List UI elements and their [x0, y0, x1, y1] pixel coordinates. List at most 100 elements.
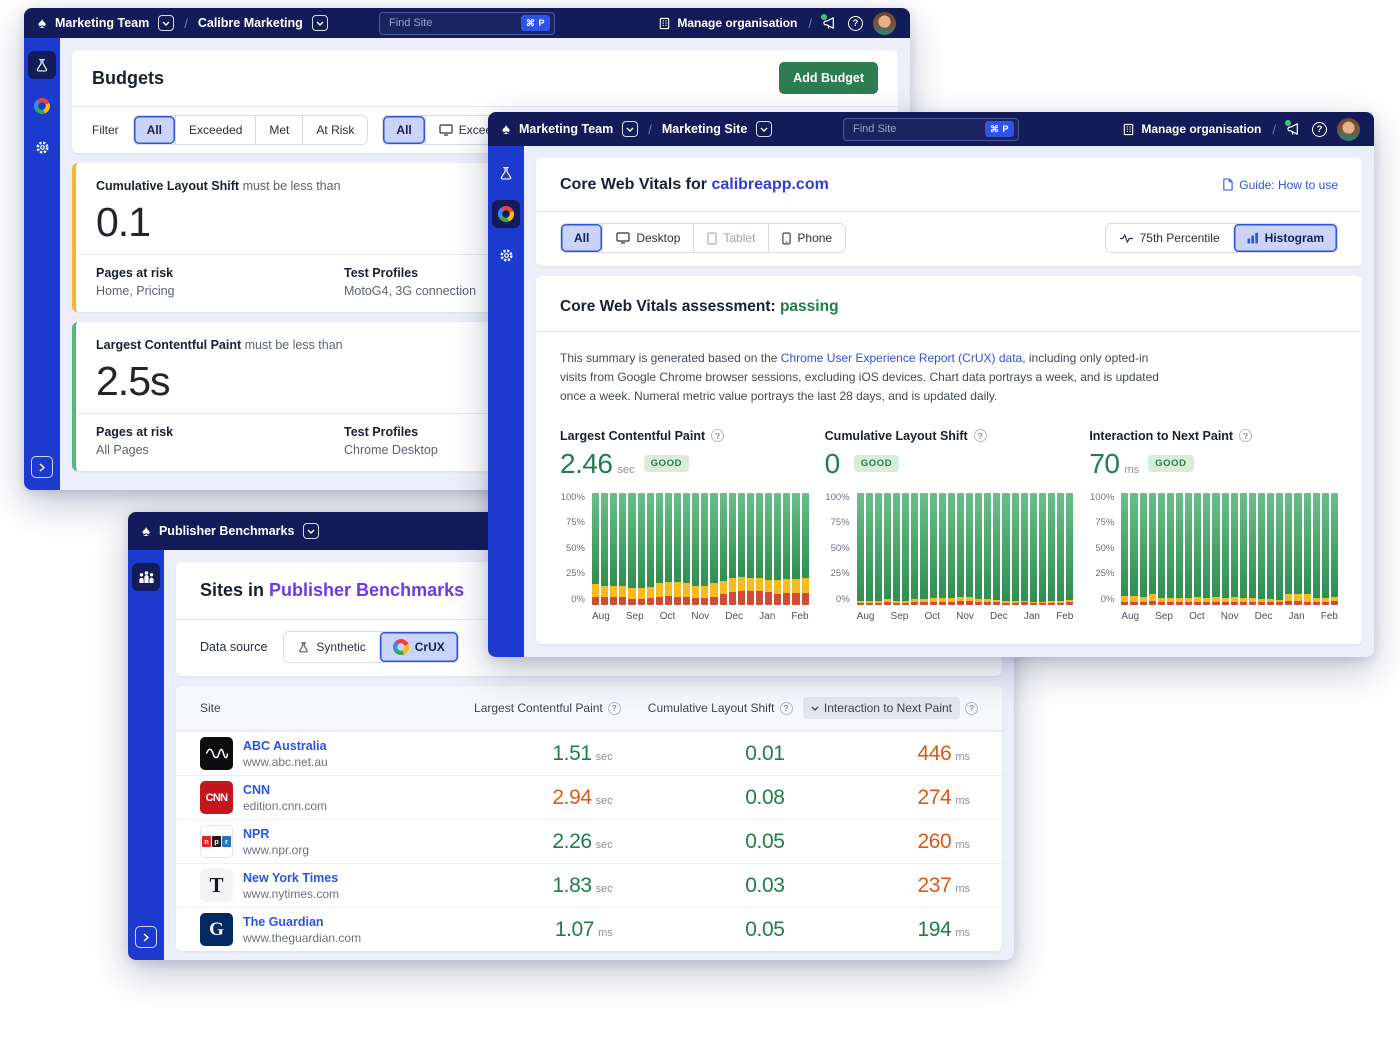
histogram-bar[interactable]: [674, 493, 681, 605]
histogram-bar[interactable]: [1021, 493, 1028, 605]
question-icon[interactable]: ?: [965, 702, 978, 715]
histogram-bar[interactable]: [601, 493, 608, 605]
tab-all[interactable]: All: [561, 224, 602, 252]
histogram-bar[interactable]: [1249, 493, 1256, 605]
sidebar-item-synthetic[interactable]: [492, 159, 520, 187]
calibre-logo-icon[interactable]: ♠: [142, 524, 150, 539]
histogram-bar[interactable]: [1167, 493, 1174, 605]
histogram-bar[interactable]: [884, 493, 891, 605]
sidebar-item-crux[interactable]: [492, 200, 520, 228]
histogram-bar[interactable]: [665, 493, 672, 605]
histogram-bar[interactable]: [638, 493, 645, 605]
help-icon[interactable]: ?: [1312, 122, 1327, 137]
question-icon[interactable]: ?: [1239, 429, 1252, 442]
histogram-bar[interactable]: [792, 493, 799, 605]
sidebar-item-benchmarks[interactable]: [132, 563, 160, 591]
filter-at-risk-button[interactable]: At Risk: [302, 116, 367, 144]
tab-phone[interactable]: Phone: [768, 224, 845, 252]
site-switcher[interactable]: Calibre Marketing: [198, 16, 303, 30]
question-icon[interactable]: ?: [608, 702, 621, 715]
histogram-bar[interactable]: [1331, 493, 1338, 605]
histogram-bar[interactable]: [1130, 493, 1137, 605]
synthetic-tab[interactable]: Synthetic: [284, 632, 378, 662]
histogram-bar[interactable]: [747, 493, 754, 605]
histogram-bar[interactable]: [692, 493, 699, 605]
filter-all-button[interactable]: All: [134, 116, 175, 144]
table-row[interactable]: n p r NPR www.npr.org 2.26sec 0.05 260ms: [176, 819, 1002, 863]
column-site[interactable]: Site: [200, 701, 449, 715]
question-icon[interactable]: ?: [974, 429, 987, 442]
find-site-search[interactable]: ⌘ P: [379, 12, 555, 35]
histogram-bar[interactable]: [1030, 493, 1037, 605]
column-cls[interactable]: Cumulative Layout Shift?: [621, 701, 793, 715]
avatar[interactable]: [873, 12, 896, 35]
histogram-bar[interactable]: [902, 493, 909, 605]
histogram-bar[interactable]: [1313, 493, 1320, 605]
question-icon[interactable]: ?: [780, 702, 793, 715]
histogram-bar[interactable]: [1066, 493, 1073, 605]
histogram-bar[interactable]: [966, 493, 973, 605]
sidebar-expand-button[interactable]: [135, 926, 157, 948]
histogram-bar[interactable]: [957, 493, 964, 605]
add-budget-button[interactable]: Add Budget: [779, 62, 878, 94]
column-inp-sorted[interactable]: Interaction to Next Paint ?: [793, 697, 978, 719]
tab-75th-percentile[interactable]: 75th Percentile: [1106, 224, 1233, 252]
histogram-bar[interactable]: [628, 493, 635, 605]
filter-met-button[interactable]: Met: [255, 116, 302, 144]
histogram-bar[interactable]: [683, 493, 690, 605]
filter-exceeded-button[interactable]: Exceeded: [175, 116, 255, 144]
domain-link[interactable]: calibreapp.com: [711, 176, 828, 193]
site-link[interactable]: ABC Australia: [243, 739, 328, 753]
device-all-button[interactable]: All: [383, 116, 424, 144]
tab-tablet[interactable]: Tablet: [693, 224, 768, 252]
histogram-bar[interactable]: [1176, 493, 1183, 605]
histogram-bar[interactable]: [1158, 493, 1165, 605]
histogram-bar[interactable]: [866, 493, 873, 605]
guide-link[interactable]: Guide: How to use: [1222, 178, 1338, 192]
table-row[interactable]: G The Guardian www.theguardian.com 1.07m…: [176, 907, 1002, 951]
histogram-bar[interactable]: [656, 493, 663, 605]
site-link[interactable]: CNN: [243, 783, 327, 797]
histogram-bar[interactable]: [1222, 493, 1229, 605]
histogram-bar[interactable]: [1304, 493, 1311, 605]
sidebar-item-crux[interactable]: [28, 92, 56, 120]
histogram-bar[interactable]: [939, 493, 946, 605]
histogram-bar[interactable]: [1194, 493, 1201, 605]
histogram-bar[interactable]: [1322, 493, 1329, 605]
column-lcp[interactable]: Largest Contentful Paint?: [449, 701, 621, 715]
histogram-bar[interactable]: [975, 493, 982, 605]
site-link[interactable]: The Guardian: [243, 915, 361, 929]
histogram-bar[interactable]: [1267, 493, 1274, 605]
avatar[interactable]: [1337, 118, 1360, 141]
table-row[interactable]: CNN CNN edition.cnn.com 2.94sec 0.08 274…: [176, 775, 1002, 819]
table-row[interactable]: ABC Australia www.abc.net.au 1.51sec 0.0…: [176, 731, 1002, 775]
histogram-bar[interactable]: [1149, 493, 1156, 605]
histogram-bar[interactable]: [647, 493, 654, 605]
histogram-bar[interactable]: [701, 493, 708, 605]
announcements-megaphone-icon[interactable]: [1287, 122, 1302, 136]
site-switcher[interactable]: Marketing Site: [662, 122, 747, 136]
histogram-bar[interactable]: [765, 493, 772, 605]
histogram-bar[interactable]: [783, 493, 790, 605]
histogram-bar[interactable]: [1276, 493, 1283, 605]
histogram-bar[interactable]: [619, 493, 626, 605]
help-icon[interactable]: ?: [848, 16, 863, 31]
search-input[interactable]: [853, 123, 985, 135]
histogram-bar[interactable]: [592, 493, 599, 605]
sorted-column-pill[interactable]: Interaction to Next Paint: [803, 697, 960, 719]
tab-histogram[interactable]: Histogram: [1233, 224, 1337, 252]
chevron-down-icon[interactable]: [756, 121, 772, 137]
histogram-bar[interactable]: [774, 493, 781, 605]
histogram-bar[interactable]: [984, 493, 991, 605]
histogram-bar[interactable]: [1240, 493, 1247, 605]
site-switcher[interactable]: Publisher Benchmarks: [159, 524, 294, 538]
histogram-bar[interactable]: [756, 493, 763, 605]
announcements-megaphone-icon[interactable]: [823, 16, 838, 30]
histogram-bar[interactable]: [1231, 493, 1238, 605]
histogram-bar[interactable]: [1048, 493, 1055, 605]
histogram-bar[interactable]: [1057, 493, 1064, 605]
search-input[interactable]: [389, 17, 521, 29]
manage-organisation-button[interactable]: Manage organisation: [1122, 122, 1261, 136]
site-link[interactable]: NPR: [243, 827, 309, 841]
table-row[interactable]: T New York Times www.nytimes.com 1.83sec…: [176, 863, 1002, 907]
